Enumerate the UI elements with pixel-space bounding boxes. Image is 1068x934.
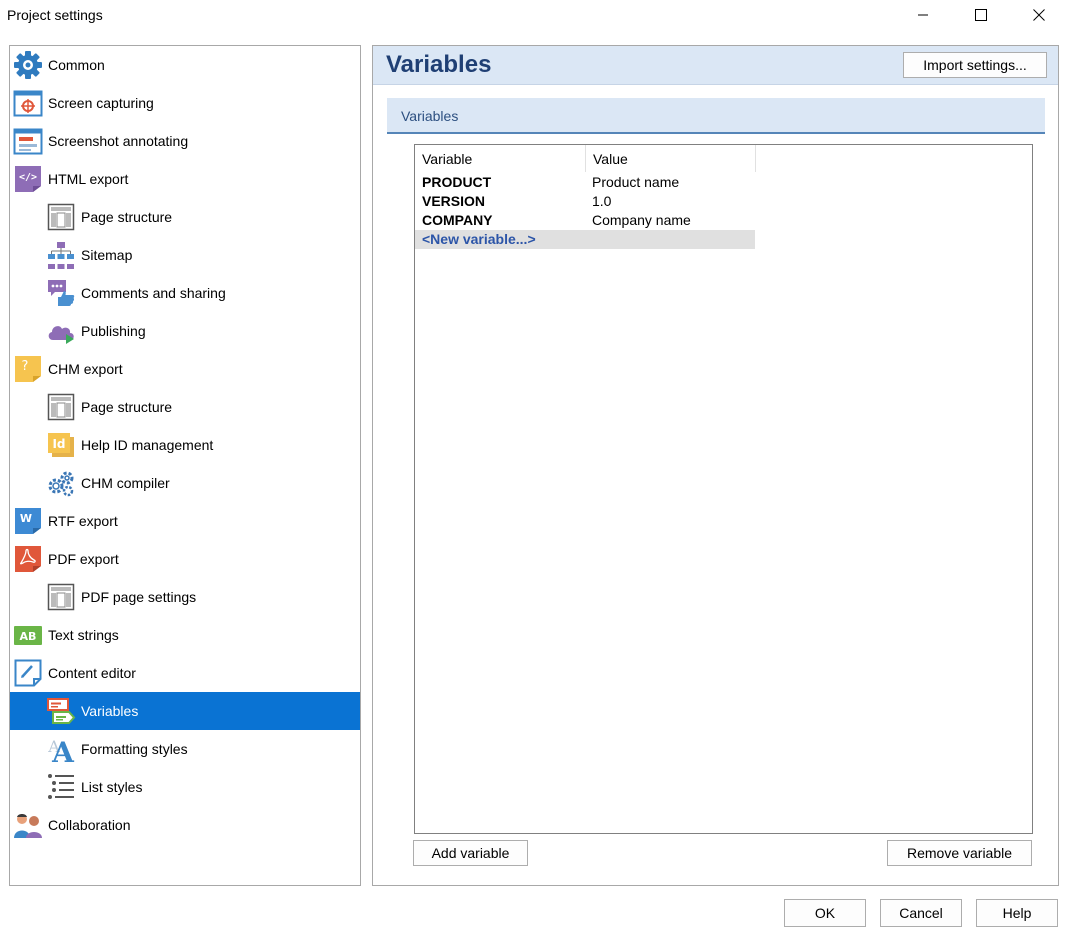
tree-item-sitemap[interactable]: Sitemap — [10, 236, 360, 274]
collaboration-icon — [12, 809, 44, 841]
new-variable-row[interactable]: <New variable...> — [415, 230, 755, 249]
ok-button[interactable]: OK — [784, 899, 866, 927]
tree-item-variables[interactable]: Variables — [10, 692, 360, 730]
tree-item-text-strings[interactable]: AB Text strings — [10, 616, 360, 654]
remove-variable-button[interactable]: Remove variable — [887, 840, 1032, 866]
svg-text:W: W — [20, 512, 32, 525]
table-row[interactable]: COMPANY Company name — [415, 211, 755, 230]
screen-capture-icon — [12, 87, 44, 119]
settings-tree: Common Screen capturing Screenshot annot… — [9, 45, 361, 886]
maximize-button[interactable] — [952, 0, 1010, 32]
svg-text:Id: Id — [52, 437, 65, 451]
variables-panel: Variables Import settings... Variables V… — [372, 45, 1059, 886]
page-title: Variables — [386, 51, 492, 78]
variable-value-cell[interactable]: Company name — [592, 212, 691, 228]
variable-name-cell[interactable]: PRODUCT — [422, 174, 491, 190]
tree-item-common[interactable]: Common — [10, 46, 360, 84]
tree-item-html-page-structure[interactable]: Page structure — [10, 198, 360, 236]
window-title: Project settings — [7, 7, 103, 23]
page-layout-icon — [45, 581, 77, 613]
variable-value-cell[interactable]: Product name — [592, 174, 679, 190]
cancel-button[interactable]: Cancel — [880, 899, 962, 927]
tree-item-content-editor[interactable]: Content editor — [10, 654, 360, 692]
tree-item-rtf-export[interactable]: W RTF export — [10, 502, 360, 540]
tree-item-screen-capturing[interactable]: Screen capturing — [10, 84, 360, 122]
import-settings-button[interactable]: Import settings... — [903, 52, 1047, 78]
maximize-icon — [975, 8, 987, 24]
help-id-icon: Id — [45, 429, 77, 461]
tree-item-help-id-management[interactable]: Id Help ID management — [10, 426, 360, 464]
tree-item-comments-sharing[interactable]: Comments and sharing — [10, 274, 360, 312]
panel-header: Variables Import settings... — [373, 46, 1058, 85]
comments-icon — [45, 277, 77, 309]
tree-item-chm-page-structure[interactable]: Page structure — [10, 388, 360, 426]
tree-item-collaboration[interactable]: Collaboration — [10, 806, 360, 844]
pdf-icon — [12, 543, 44, 575]
tree-item-pdf-page-settings[interactable]: PDF page settings — [10, 578, 360, 616]
new-variable-placeholder[interactable]: <New variable...> — [422, 231, 536, 247]
font-style-icon: AA — [45, 733, 77, 765]
chm-help-icon: ? — [12, 353, 44, 385]
table-row[interactable]: VERSION 1.0 — [415, 192, 755, 211]
variable-value-cell[interactable]: 1.0 — [592, 193, 611, 209]
help-button[interactable]: Help — [976, 899, 1058, 927]
html-code-icon: </> — [12, 163, 44, 195]
word-doc-icon: W — [12, 505, 44, 537]
page-layout-icon — [45, 391, 77, 423]
add-variable-button[interactable]: Add variable — [413, 840, 528, 866]
grid-header: Variable Value — [415, 145, 1032, 172]
text-strings-icon: AB — [12, 619, 44, 651]
variable-name-cell[interactable]: COMPANY — [422, 212, 493, 228]
tree-item-html-export[interactable]: </> HTML export — [10, 160, 360, 198]
tree-item-pdf-export[interactable]: PDF export — [10, 540, 360, 578]
svg-text:A: A — [51, 736, 75, 764]
tree-item-formatting-styles[interactable]: AA Formatting styles — [10, 730, 360, 768]
minimize-icon — [917, 8, 929, 24]
annotation-icon — [12, 125, 44, 157]
list-icon — [45, 771, 77, 803]
pen-edit-icon — [12, 657, 44, 689]
gear-icon — [12, 49, 44, 81]
variables-grid[interactable]: Variable Value PRODUCT Product name VERS… — [414, 144, 1033, 834]
cloud-publish-icon — [45, 315, 77, 347]
tree-item-chm-export[interactable]: ? CHM export — [10, 350, 360, 388]
page-layout-icon — [45, 201, 77, 233]
group-title: Variables — [401, 108, 459, 124]
minimize-button[interactable] — [894, 0, 952, 32]
column-header-value[interactable]: Value — [586, 145, 756, 172]
tree-item-list-styles[interactable]: List styles — [10, 768, 360, 806]
variables-group-header: Variables — [387, 98, 1045, 134]
table-row[interactable]: PRODUCT Product name — [415, 173, 755, 192]
tree-item-chm-compiler[interactable]: CHM compiler — [10, 464, 360, 502]
tree-item-screenshot-annotating[interactable]: Screenshot annotating — [10, 122, 360, 160]
title-bar: Project settings — [0, 0, 1068, 32]
svg-text:</>: </> — [19, 172, 37, 183]
variables-icon — [45, 695, 77, 727]
close-button[interactable] — [1010, 0, 1068, 32]
column-header-variable[interactable]: Variable — [415, 145, 586, 172]
svg-text:AB: AB — [20, 630, 37, 643]
svg-text:?: ? — [22, 359, 29, 374]
variable-name-cell[interactable]: VERSION — [422, 193, 485, 209]
tree-item-publishing[interactable]: Publishing — [10, 312, 360, 350]
close-icon — [1033, 8, 1045, 24]
gears-icon — [45, 467, 77, 499]
sitemap-icon — [45, 239, 77, 271]
